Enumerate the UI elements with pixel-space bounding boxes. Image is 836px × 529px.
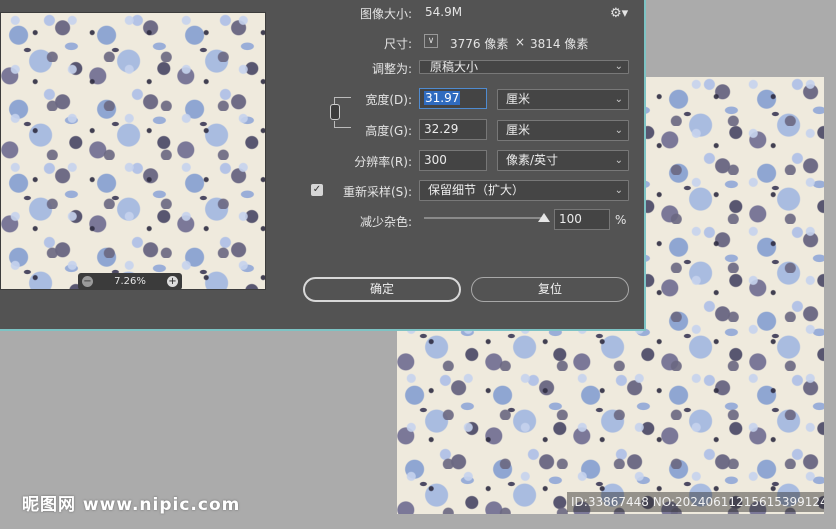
resolution-value: 300 [424,153,447,167]
noise-unit: % [615,213,627,227]
resample-select[interactable]: 保留细节（扩大） ⌄ [419,180,629,201]
noise-value: 100 [559,212,582,226]
dimensions-height: 3814 像素 [530,37,589,51]
width-unit-value: 厘米 [506,92,531,106]
resolution-unit-value: 像素/英寸 [506,153,559,167]
fit-to-select[interactable]: 原稿大小 ⌄ [419,60,629,74]
height-input[interactable]: 32.29 [419,119,487,140]
link-chain-icon[interactable] [330,104,340,120]
width-unit-select[interactable]: 厘米 ⌄ [497,89,629,110]
watermark-logo: 昵图网 www.nipic.com [22,495,241,515]
watermark-id: ID:33867448 NO:20240611215615399124 [567,492,824,512]
dropdown-arrow-icon: ⌄ [614,61,623,72]
image-size-value: 54.9M [425,5,463,19]
resolution-label: 分辨率(R): [354,155,412,169]
dropdown-arrow-icon: ⌄ [614,94,623,105]
width-label: 宽度(D): [365,93,412,107]
resolution-input[interactable]: 300 [419,150,487,171]
reset-button[interactable]: 复位 [471,277,629,302]
resolution-unit-select[interactable]: 像素/英寸 ⌄ [497,150,629,171]
zoom-in-icon[interactable]: + [167,276,178,287]
chevron-down-icon: ∨ [427,36,435,46]
gear-icon[interactable]: ⚙▾ [610,6,628,21]
ok-button[interactable]: 确定 [303,277,461,302]
dropdown-arrow-icon: ⌄ [614,155,623,166]
resample-label: 重新采样(S): [342,185,412,199]
image-size-label: 图像大小: [359,7,412,21]
height-unit-value: 厘米 [506,123,531,137]
height-label: 高度(G): [365,124,412,138]
noise-slider-thumb[interactable] [538,213,550,222]
resample-checkbox[interactable]: ✓ [311,184,323,196]
zoom-level: 7.26% [114,276,146,287]
image-size-dialog: − 7.26% + 图像大小: 54.9M ⚙▾ 尺寸: ∨ 3776 像素 ×… [0,0,646,331]
height-unit-select[interactable]: 厘米 ⌄ [497,120,629,141]
zoom-bar: − 7.26% + [78,273,182,290]
preview-image[interactable] [0,12,266,290]
noise-label: 减少杂色: [359,215,412,229]
fit-to-value: 原稿大小 [430,60,479,74]
dropdown-arrow-icon: ⌄ [614,125,623,136]
zoom-out-icon[interactable]: − [82,276,93,287]
dropdown-arrow-icon: ⌄ [614,185,623,196]
dimensions-label: 尺寸: [383,37,412,51]
noise-slider-track[interactable] [424,217,544,219]
height-value: 32.29 [424,122,459,136]
width-input[interactable]: 31.97 [419,88,487,109]
dimensions-dropdown-icon[interactable]: ∨ [424,34,438,48]
resample-value: 保留细节（扩大） [428,183,525,197]
fit-to-label: 调整为: [371,62,412,76]
dimensions-separator: × [515,35,526,49]
dimensions-width: 3776 像素 [450,37,509,51]
checkbox-check-icon: ✓ [312,184,322,195]
noise-input[interactable]: 100 [554,209,610,230]
width-value: 31.97 [424,91,461,105]
